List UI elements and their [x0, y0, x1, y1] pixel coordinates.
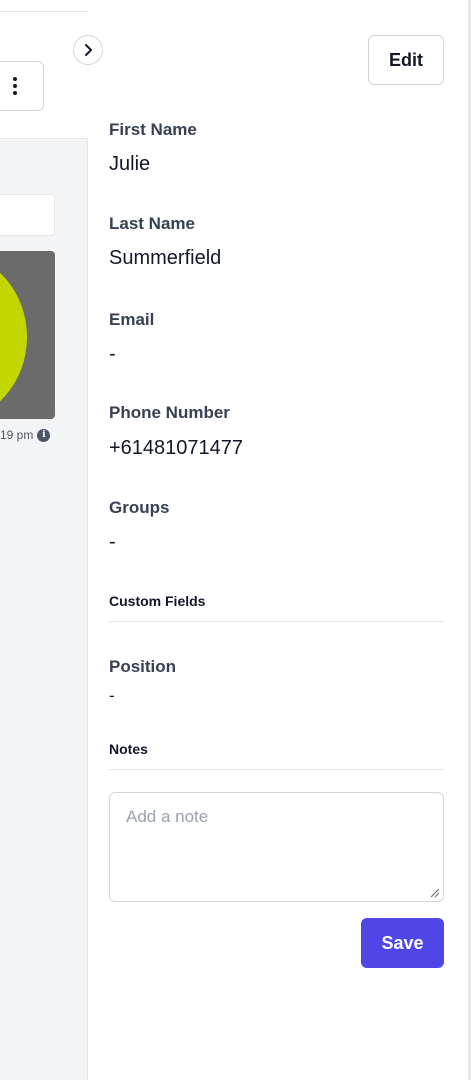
phone-number-label: Phone Number	[109, 403, 230, 422]
custom-fields-divider	[109, 621, 444, 622]
email-value: -	[109, 343, 116, 365]
save-button[interactable]: Save	[361, 918, 444, 968]
contact-details-panel: Edit First Name Julie Last Name Summerfi…	[89, 0, 471, 1080]
notes-divider	[109, 769, 444, 770]
more-options-button[interactable]	[0, 61, 44, 111]
conversation-panel: 19 pm i	[0, 0, 88, 1080]
info-icon[interactable]: i	[37, 428, 51, 442]
edit-button[interactable]: Edit	[368, 35, 444, 85]
message-bubble	[0, 194, 55, 236]
groups-value: -	[109, 531, 116, 553]
note-input[interactable]	[109, 792, 444, 902]
groups-label: Groups	[109, 498, 170, 517]
last-name-value: Summerfield	[109, 247, 222, 269]
kebab-vertical-icon	[13, 77, 17, 95]
notes-title: Notes	[109, 741, 148, 757]
image-attachment[interactable]	[0, 251, 55, 419]
chevron-right-icon	[85, 44, 92, 56]
conversation-header	[0, 12, 88, 139]
first-name-label: First Name	[109, 120, 197, 139]
last-name-label: Last Name	[109, 214, 195, 233]
message-timestamp: 19 pm i	[0, 428, 70, 442]
custom-fields-title: Custom Fields	[109, 593, 206, 609]
collapse-panel-button[interactable]	[73, 35, 103, 65]
top-bar-edge	[0, 0, 88, 12]
position-label: Position	[109, 657, 177, 676]
image-content	[0, 253, 27, 419]
email-label: Email	[109, 310, 155, 329]
position-value: -	[109, 686, 115, 705]
phone-number-value: +61481071477	[109, 437, 244, 459]
first-name-value: Julie	[109, 153, 151, 175]
timestamp-text: 19 pm	[0, 428, 34, 442]
